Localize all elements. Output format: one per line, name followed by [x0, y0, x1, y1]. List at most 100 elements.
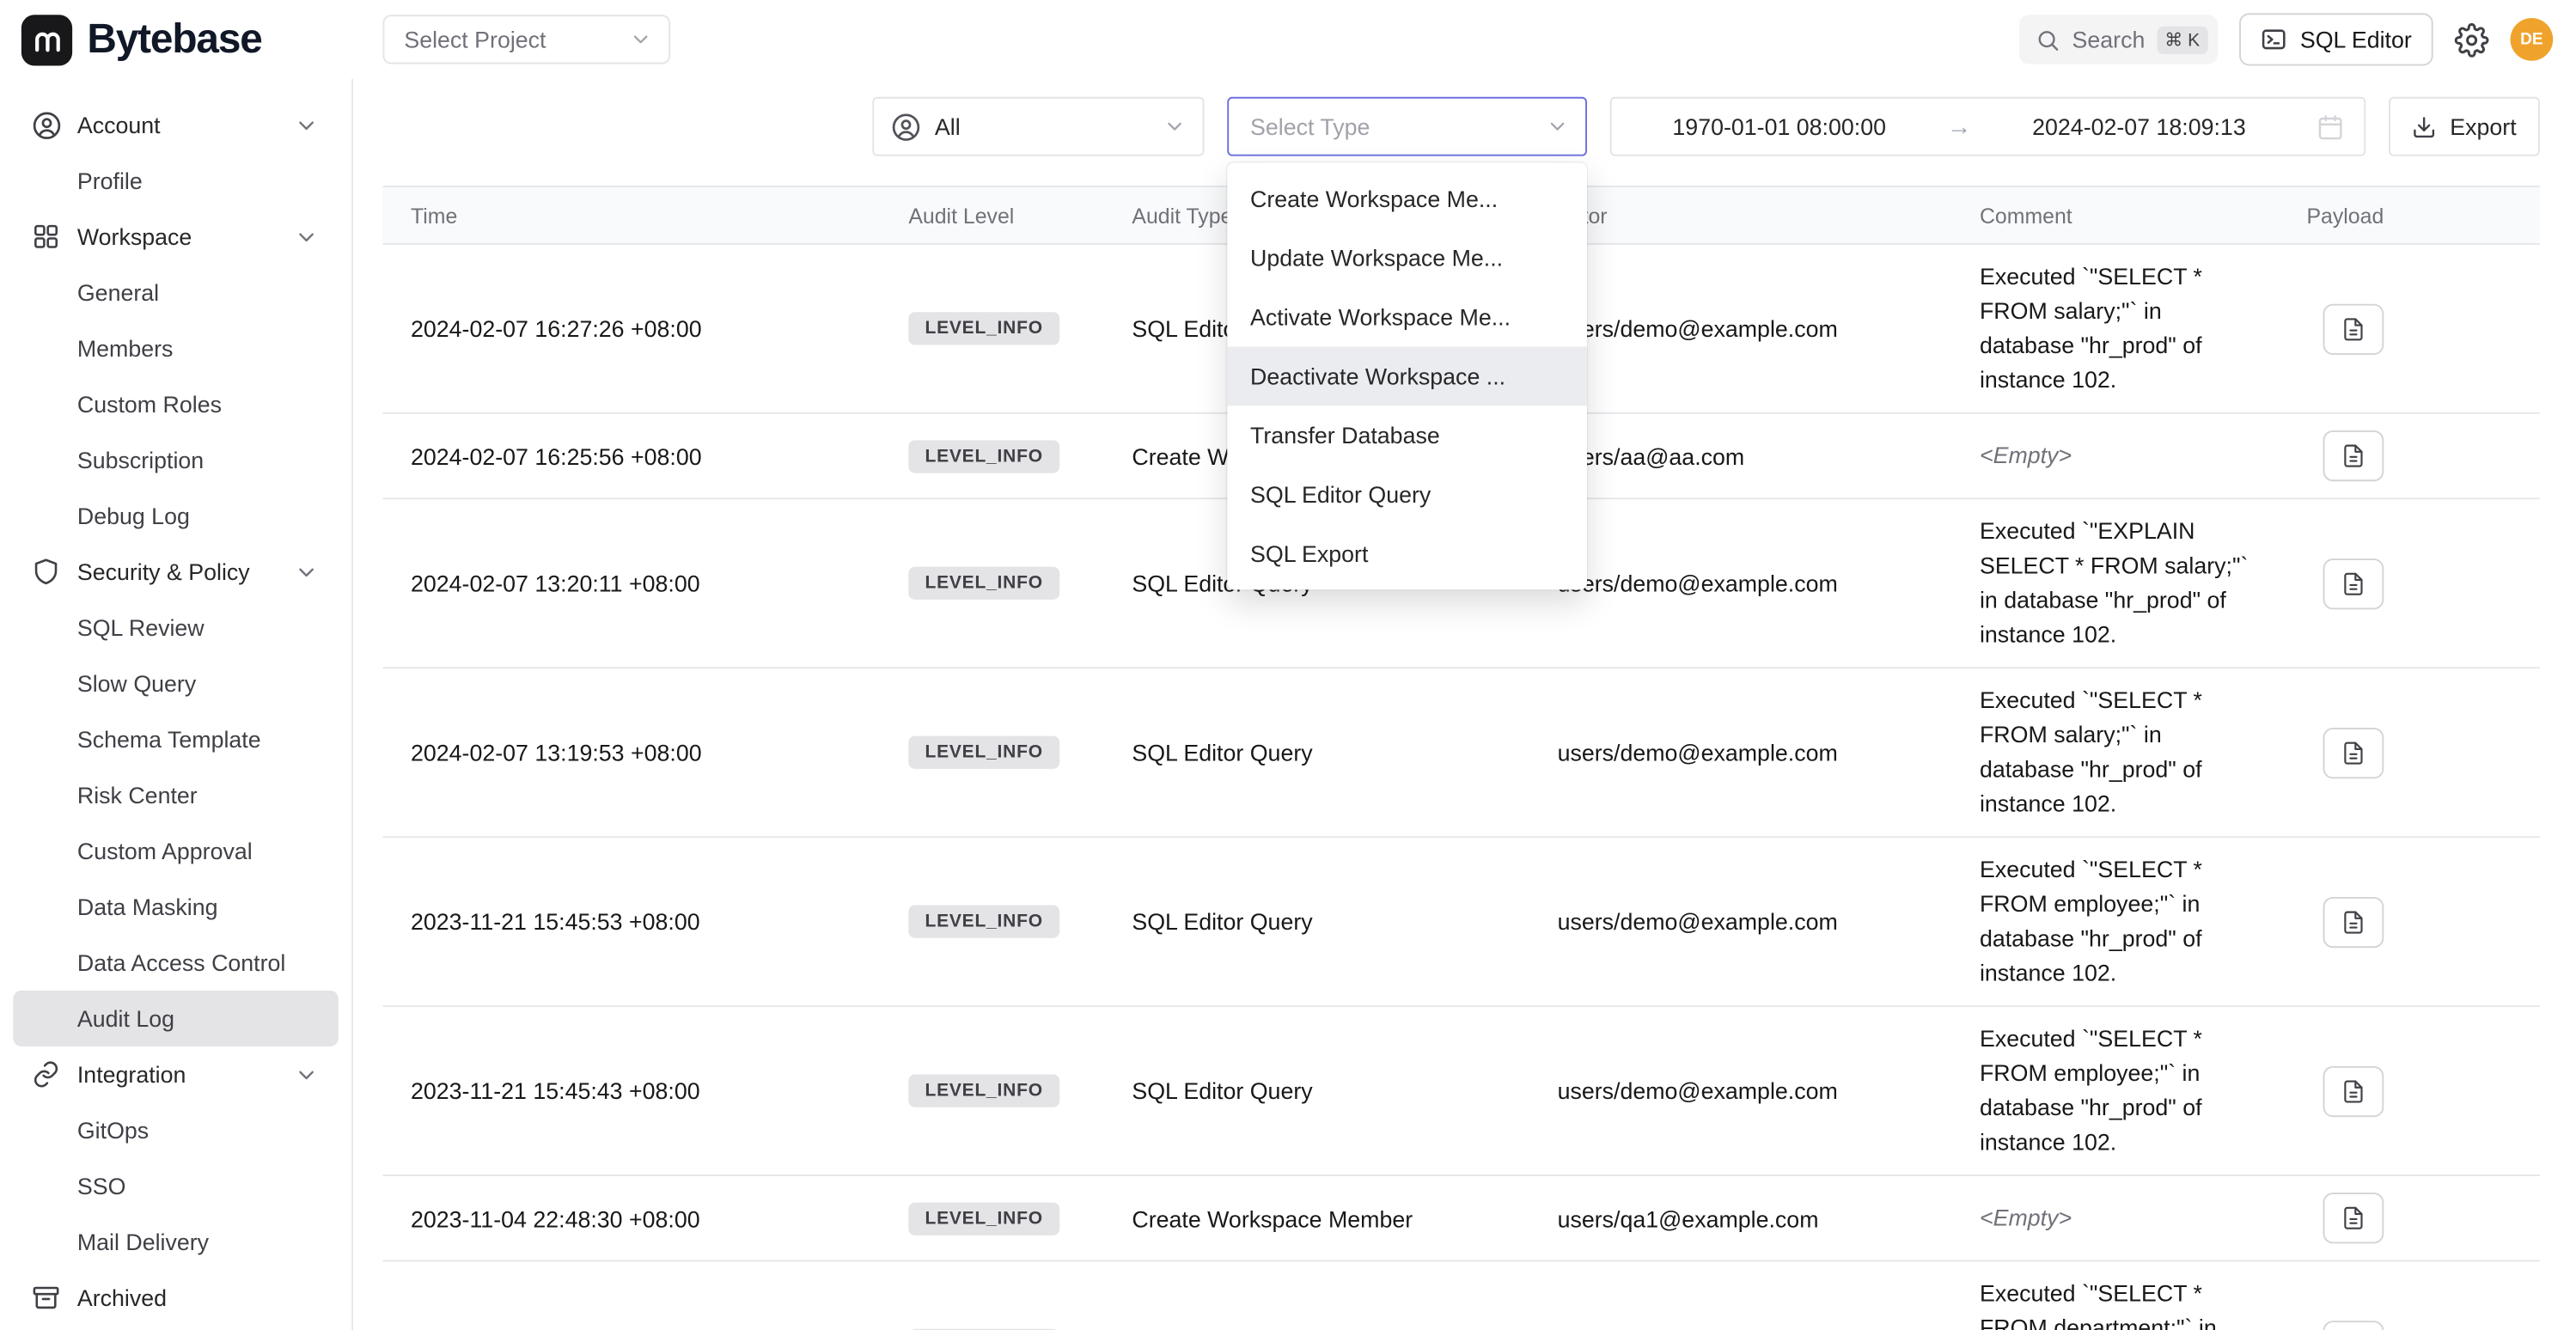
link-icon: [29, 1058, 62, 1090]
type-filter-placeholder: Select Type: [1250, 113, 1546, 140]
sidebar-item-risk-center[interactable]: Risk Center: [13, 767, 339, 823]
topbar-right: Search ⌘ K SQL Editor DE: [2019, 13, 2576, 65]
dropdown-option[interactable]: SQL Export: [1227, 524, 1587, 583]
table-row: 2024-02-07 13:19:53 +08:00 LEVEL_INFO SQ…: [382, 668, 2539, 838]
audit-level-badge: LEVEL_INFO: [908, 439, 1059, 472]
payload-cell: [2279, 558, 2540, 608]
sidebar-item-data-access-control[interactable]: Data Access Control: [13, 935, 339, 991]
terminal-icon: [2261, 27, 2287, 53]
dropdown-option[interactable]: Update Workspace Me...: [1227, 229, 1587, 288]
audit-level-badge: LEVEL_INFO: [908, 567, 1059, 600]
table-row: 2023-11-21 15:45:43 +08:00 LEVEL_INFO SQ…: [382, 1007, 2539, 1176]
column-header-payload: Payload: [2279, 203, 2540, 228]
sidebar-item-data-masking[interactable]: Data Masking: [13, 879, 339, 935]
audit-actor: users/demo@example.com: [1529, 908, 1951, 935]
audit-comment: Executed `"SELECT * FROM department;"` i…: [1951, 1277, 2278, 1330]
project-select[interactable]: Select Project: [382, 15, 670, 64]
payload-view-button[interactable]: [2323, 303, 2384, 354]
payload-view-button[interactable]: [2323, 1193, 2384, 1243]
audit-level-cell: LEVEL_INFO: [881, 1202, 1104, 1235]
sidebar-item-sso[interactable]: SSO: [13, 1158, 339, 1214]
settings-gear-icon[interactable]: [2455, 22, 2489, 57]
export-button[interactable]: Export: [2389, 97, 2540, 156]
export-label: Export: [2450, 113, 2516, 140]
filter-bar: All Select Type Create Workspace Me...: [382, 97, 2539, 156]
sql-editor-button[interactable]: SQL Editor: [2239, 13, 2433, 65]
payload-cell: [2279, 896, 2540, 947]
sidebar-item-workspace[interactable]: Workspace: [13, 209, 339, 265]
payload-view-button[interactable]: [2323, 1320, 2384, 1330]
bytebase-logo-icon: [21, 14, 72, 64]
sidebar-item-gitops[interactable]: GitOps: [13, 1102, 339, 1158]
audit-level-badge: LEVEL_INFO: [908, 1202, 1059, 1235]
audit-type: SQL Editor Query: [1104, 739, 1529, 766]
date-range-picker[interactable]: 1970-01-01 08:00:00 → 2024-02-07 18:09:1…: [1610, 97, 2366, 156]
sidebar-item-general[interactable]: General: [13, 265, 339, 320]
type-filter-dropdown: Create Workspace Me... Update Workspace …: [1227, 162, 1587, 589]
search-input[interactable]: Search ⌘ K: [2019, 15, 2218, 64]
sidebar-item-custom-approval[interactable]: Custom Approval: [13, 823, 339, 879]
chevron-down-icon: [294, 113, 319, 137]
audit-comment: Executed `"SELECT * FROM employee;"` in …: [1951, 1022, 2278, 1160]
audit-level-cell: LEVEL_INFO: [881, 1074, 1104, 1107]
audit-actor: users/demo@example.com: [1529, 739, 1951, 766]
payload-view-button[interactable]: [2323, 430, 2384, 481]
audit-actor: users/demo@example.com: [1529, 1077, 1951, 1104]
user-circle-icon: [890, 111, 921, 142]
payload-view-button[interactable]: [2323, 558, 2384, 608]
table-row: 2023-11-04 22:48:30 +08:00 LEVEL_INFO Cr…: [382, 1176, 2539, 1261]
workspace-grid-icon: [29, 220, 62, 253]
audit-comment: <Empty>: [1951, 439, 2278, 473]
audit-time: 2024-02-07 16:27:26 +08:00: [382, 315, 880, 342]
dropdown-option[interactable]: Deactivate Workspace ...: [1227, 346, 1587, 406]
chevron-down-icon: [294, 559, 319, 584]
type-filter-select[interactable]: Select Type Create Workspace Me... Updat…: [1227, 97, 1587, 156]
audit-comment: <Empty>: [1951, 1201, 2278, 1235]
dropdown-option[interactable]: Transfer Database: [1227, 406, 1587, 465]
audit-level-badge: LEVEL_INFO: [908, 906, 1059, 938]
sidebar-item-custom-roles[interactable]: Custom Roles: [13, 376, 339, 432]
sidebar-item-debug-log[interactable]: Debug Log: [13, 488, 339, 544]
payload-view-button[interactable]: [2323, 1065, 2384, 1116]
sidebar-item-mail-delivery[interactable]: Mail Delivery: [13, 1214, 339, 1270]
audit-time: 2024-02-07 13:19:53 +08:00: [382, 739, 880, 766]
column-header-comment: Comment: [1951, 203, 2278, 228]
sidebar-item-slow-query[interactable]: Slow Query: [13, 656, 339, 711]
payload-cell: [2279, 303, 2540, 354]
screenshot-root: Bytebase Select Project Search ⌘ K SQL E…: [0, 0, 2576, 1330]
audit-log-main: All Select Type Create Workspace Me...: [353, 79, 2576, 1330]
sidebar-item-security-policy[interactable]: Security & Policy: [13, 544, 339, 600]
sidebar-item-members[interactable]: Members: [13, 320, 339, 376]
audit-type: SQL Editor Query: [1104, 1077, 1529, 1104]
sidebar-item-schema-template[interactable]: Schema Template: [13, 711, 339, 767]
brand-name: Bytebase: [87, 15, 261, 63]
search-shortcut-badge: ⌘ K: [2157, 26, 2208, 54]
sidebar-item-integration[interactable]: Integration: [13, 1046, 339, 1102]
avatar[interactable]: DE: [2511, 18, 2554, 61]
payload-view-button[interactable]: [2323, 896, 2384, 947]
audit-actor: users/demo@example.com: [1529, 570, 1951, 596]
sidebar-item-profile[interactable]: Profile: [13, 153, 339, 209]
sidebar-item-account[interactable]: Account: [13, 97, 339, 153]
audit-level-cell: LEVEL_INFO: [881, 439, 1104, 472]
audit-time: 2023-11-21 15:45:43 +08:00: [382, 1077, 880, 1104]
column-header-audit-level: Audit Level: [881, 203, 1104, 228]
shield-icon: [29, 555, 62, 588]
sidebar-item-audit-log[interactable]: Audit Log: [13, 991, 339, 1046]
actor-filter-value: All: [935, 113, 961, 140]
sidebar-item-sql-review[interactable]: SQL Review: [13, 600, 339, 656]
audit-actor: users/aa@aa.com: [1529, 442, 1951, 469]
audit-level-cell: LEVEL_INFO: [881, 906, 1104, 938]
dropdown-option[interactable]: SQL Editor Query: [1227, 465, 1587, 524]
payload-cell: [2279, 1193, 2540, 1243]
audit-level-cell: LEVEL_INFO: [881, 312, 1104, 345]
top-bar: Bytebase Select Project Search ⌘ K SQL E…: [0, 0, 2576, 79]
sidebar-item-archived[interactable]: Archived: [13, 1270, 339, 1326]
sidebar-item-subscription[interactable]: Subscription: [13, 432, 339, 488]
dropdown-option[interactable]: Activate Workspace Me...: [1227, 288, 1587, 347]
actor-filter-select[interactable]: All: [872, 97, 1204, 156]
payload-cell: [2279, 430, 2540, 481]
dropdown-option[interactable]: Create Workspace Me...: [1227, 169, 1587, 229]
payload-view-button[interactable]: [2323, 727, 2384, 778]
chevron-down-icon: [294, 224, 319, 249]
